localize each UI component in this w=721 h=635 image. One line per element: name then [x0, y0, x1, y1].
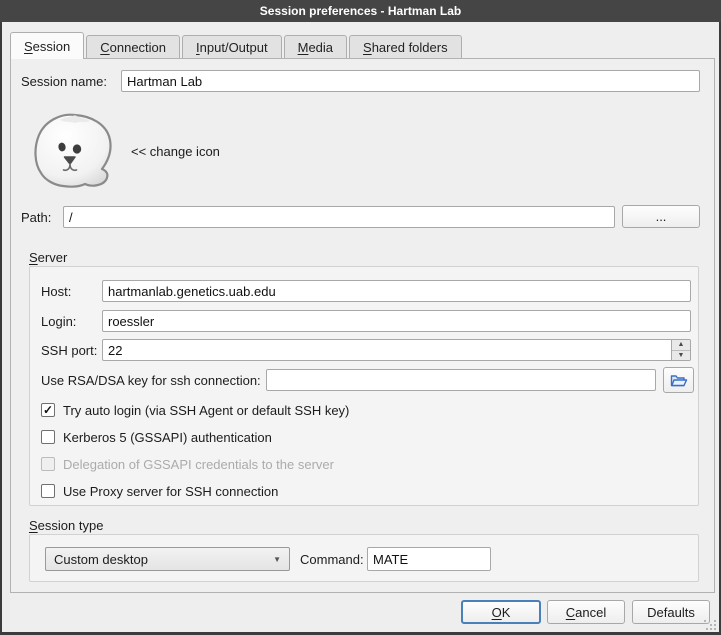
- cancel-button[interactable]: Cancel: [547, 600, 625, 624]
- checkbox-box: ✓: [41, 430, 55, 444]
- path-input[interactable]: [63, 206, 615, 228]
- login-label: Login:: [41, 314, 76, 329]
- command-input[interactable]: [367, 547, 491, 571]
- session-type-groupbox: Custom desktop ▼ Command:: [29, 534, 699, 582]
- change-icon-label: << change icon: [131, 144, 220, 159]
- host-input[interactable]: [102, 280, 691, 302]
- session-type-group-label: Session type: [29, 518, 103, 533]
- tab-shared-folders[interactable]: Shared folders: [349, 35, 462, 58]
- defaults-button[interactable]: Defaults: [632, 600, 710, 624]
- checkbox-box: ✓: [41, 457, 55, 471]
- session-icon-button[interactable]: [30, 111, 120, 191]
- host-label: Host:: [41, 284, 71, 299]
- checkbox-kerberos[interactable]: ✓ Kerberos 5 (GSSAPI) authentication: [41, 429, 272, 445]
- rsa-key-input[interactable]: [266, 369, 656, 391]
- spin-up-icon[interactable]: ▲: [672, 340, 690, 351]
- checkbox-proxy-server[interactable]: ✓ Use Proxy server for SSH connection: [41, 483, 278, 499]
- rsa-key-browse-button[interactable]: [663, 367, 694, 393]
- checkbox-box: ✓: [41, 484, 55, 498]
- seal-session-icon: [30, 111, 120, 191]
- session-name-input[interactable]: [121, 70, 700, 92]
- rsa-key-label: Use RSA/DSA key for ssh connection:: [41, 373, 261, 388]
- ssh-port-label: SSH port:: [41, 343, 97, 358]
- ssh-port-input[interactable]: [102, 339, 691, 361]
- path-browse-button[interactable]: ...: [622, 205, 700, 228]
- path-label: Path:: [21, 210, 51, 225]
- server-group-label: Server: [29, 250, 67, 265]
- checkbox-box: ✓: [41, 403, 55, 417]
- check-icon: ✓: [43, 404, 53, 416]
- tab-input-output[interactable]: Input/Output: [182, 35, 282, 58]
- ok-button[interactable]: OK: [461, 600, 541, 624]
- checkbox-auto-login[interactable]: ✓ Try auto login (via SSH Agent or defau…: [41, 402, 349, 418]
- titlebar[interactable]: Session preferences - Hartman Lab: [0, 0, 721, 22]
- session-type-dropdown[interactable]: Custom desktop ▼: [45, 547, 290, 571]
- command-label: Command:: [300, 552, 364, 567]
- tab-bar: Session Connection Input/Output Media Sh…: [10, 33, 464, 59]
- tab-connection[interactable]: Connection: [86, 35, 180, 58]
- window-title: Session preferences - Hartman Lab: [260, 4, 461, 18]
- chevron-down-icon: ▼: [273, 555, 281, 564]
- checkbox-gssapi-delegation: ✓ Delegation of GSSAPI credentials to th…: [41, 456, 334, 472]
- ssh-port-spinner: ▲ ▼: [671, 340, 690, 360]
- spin-down-icon[interactable]: ▼: [672, 351, 690, 361]
- tab-session[interactable]: Session: [10, 32, 84, 59]
- tab-page-session: Session name: <<: [10, 58, 715, 593]
- tab-media[interactable]: Media: [284, 35, 347, 58]
- session-preferences-dialog: Session preferences - Hartman Lab Sessio…: [0, 0, 721, 635]
- login-input[interactable]: [102, 310, 691, 332]
- resize-grip[interactable]: [704, 618, 716, 630]
- session-name-label: Session name:: [21, 74, 107, 89]
- folder-open-icon: [670, 373, 688, 388]
- server-groupbox: Host: Login: SSH port: ▲ ▼ Use RSA/DSA k…: [29, 266, 699, 506]
